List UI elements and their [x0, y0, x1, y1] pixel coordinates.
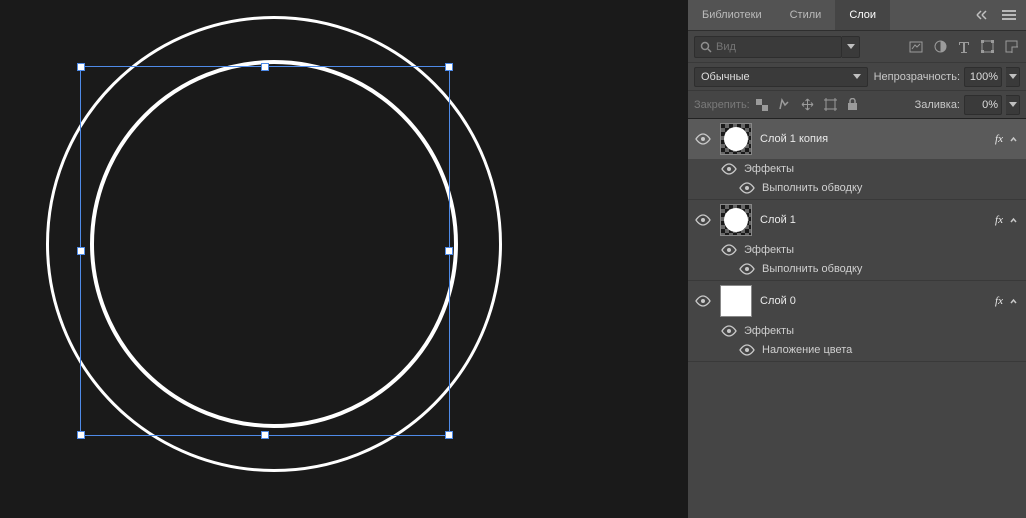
transform-bounding-box[interactable]	[80, 66, 450, 436]
opacity-input[interactable]: 100%	[964, 67, 1002, 87]
lock-position-icon[interactable]	[801, 98, 814, 111]
effects-row[interactable]: Эффекты	[688, 321, 1026, 341]
effect-item[interactable]: Выполнить обводку	[688, 179, 1026, 199]
tab-layers[interactable]: Слои	[835, 0, 890, 30]
panel-menu-icon[interactable]	[1002, 9, 1016, 21]
effects-row[interactable]: Эффекты	[688, 240, 1026, 260]
collapse-effects-icon[interactable]	[1009, 135, 1018, 144]
effects-row[interactable]: Эффекты	[688, 159, 1026, 179]
canvas-area[interactable]	[0, 0, 688, 518]
effects-label: Эффекты	[744, 244, 794, 256]
layer-thumbnail[interactable]	[720, 285, 752, 317]
effect-name: Выполнить обводку	[762, 182, 862, 194]
fx-indicator[interactable]: fx	[995, 295, 1003, 307]
lock-transparent-icon[interactable]	[756, 99, 768, 111]
layer-row[interactable]: Слой 0 fx	[688, 281, 1026, 321]
lock-artboard-icon[interactable]	[824, 98, 837, 111]
effect-item[interactable]: Выполнить обводку	[688, 260, 1026, 280]
handle-bottom-right[interactable]	[445, 431, 453, 439]
opacity-dropdown[interactable]	[1006, 67, 1020, 87]
effects-visibility-toggle[interactable]	[720, 244, 738, 256]
layer-row[interactable]: Слой 1 копия fx	[688, 119, 1026, 159]
layer-thumbnail[interactable]	[720, 204, 752, 236]
lock-all-icon[interactable]	[847, 98, 858, 111]
effect-visibility-toggle[interactable]	[738, 344, 756, 356]
filter-smart-icon[interactable]	[1005, 40, 1018, 53]
handle-bottom-left[interactable]	[77, 431, 85, 439]
handle-mid-left[interactable]	[77, 247, 85, 255]
effect-item[interactable]: Наложение цвета	[688, 341, 1026, 361]
panel-tabs: Библиотеки Стили Слои	[688, 0, 1026, 30]
effects-visibility-toggle[interactable]	[720, 163, 738, 175]
fill-input[interactable]: 0%	[964, 95, 1002, 115]
filter-adjustment-icon[interactable]	[934, 40, 947, 53]
visibility-toggle[interactable]	[694, 214, 712, 226]
effect-visibility-toggle[interactable]	[738, 263, 756, 275]
handle-bottom-mid[interactable]	[261, 431, 269, 439]
lock-image-icon[interactable]	[778, 98, 791, 111]
tab-styles[interactable]: Стили	[776, 0, 836, 30]
filter-pixel-icon[interactable]	[909, 41, 923, 53]
effect-visibility-toggle[interactable]	[738, 182, 756, 194]
layers-panel: Библиотеки Стили Слои	[688, 0, 1026, 518]
opacity-label: Непрозрачность:	[874, 71, 960, 83]
blend-mode-value: Обычные	[701, 71, 750, 83]
layer-search[interactable]	[694, 36, 842, 58]
handle-mid-right[interactable]	[445, 247, 453, 255]
document	[0, 0, 540, 518]
search-icon	[700, 41, 712, 53]
handle-top-right[interactable]	[445, 63, 453, 71]
fx-indicator[interactable]: fx	[995, 214, 1003, 226]
filter-type-icon[interactable]	[958, 41, 970, 53]
layer-name: Слой 0	[760, 295, 796, 307]
fx-indicator[interactable]: fx	[995, 133, 1003, 145]
tab-libraries[interactable]: Библиотеки	[688, 0, 776, 30]
layer-name: Слой 1 копия	[760, 133, 828, 145]
layer-name: Слой 1	[760, 214, 796, 226]
layer-thumbnail[interactable]	[720, 123, 752, 155]
search-kind-dropdown[interactable]	[842, 36, 860, 58]
effects-label: Эффекты	[744, 163, 794, 175]
lock-label: Закрепить:	[694, 99, 750, 111]
handle-top-left[interactable]	[77, 63, 85, 71]
effects-label: Эффекты	[744, 325, 794, 337]
blend-mode-select[interactable]: Обычные	[694, 67, 868, 87]
collapse-icon[interactable]	[976, 10, 990, 20]
fill-label: Заливка:	[915, 99, 960, 111]
effects-visibility-toggle[interactable]	[720, 325, 738, 337]
visibility-toggle[interactable]	[694, 295, 712, 307]
layers-list: Слой 1 копия fx Эффекты Выполнить обводку Сл…	[688, 119, 1026, 518]
visibility-toggle[interactable]	[694, 133, 712, 145]
effect-name: Наложение цвета	[762, 344, 852, 356]
fill-dropdown[interactable]	[1006, 95, 1020, 115]
filter-shape-icon[interactable]	[981, 40, 994, 53]
collapse-effects-icon[interactable]	[1009, 297, 1018, 306]
handle-top-mid[interactable]	[261, 63, 269, 71]
layer-search-input[interactable]	[716, 41, 836, 53]
layer-row[interactable]: Слой 1 fx	[688, 200, 1026, 240]
effect-name: Выполнить обводку	[762, 263, 862, 275]
collapse-effects-icon[interactable]	[1009, 216, 1018, 225]
